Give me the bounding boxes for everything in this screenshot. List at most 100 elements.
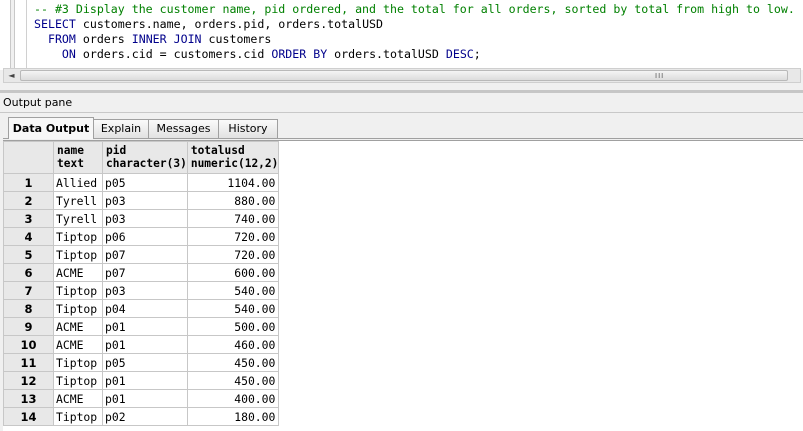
output-tabs: Data Output Explain Messages History [0,113,803,140]
cell-totalusd[interactable]: 880.00 [186,191,280,210]
sql-keyword: FROM [47,32,76,46]
row-number[interactable]: 5 [3,245,54,264]
cell-name[interactable]: Tiptop [53,371,103,390]
result-grid[interactable]: name text pid character(3) totalusd nume… [3,141,280,426]
row-number[interactable]: 13 [3,389,54,408]
data-output-grid-area[interactable]: name text pid character(3) totalusd nume… [3,140,803,431]
cell-pid[interactable]: p05 [102,353,188,372]
sql-text: orders [75,32,132,46]
row-number[interactable]: 3 [3,209,54,228]
cell-name[interactable]: Tiptop [53,245,103,264]
table-row[interactable]: 11 Tiptop p05 450.00 [3,353,280,372]
column-header-pid[interactable]: pid character(3) [102,141,188,174]
cell-pid[interactable]: p03 [102,281,188,300]
output-pane-header: Output pane [0,93,803,113]
row-number[interactable]: 10 [3,335,54,354]
cell-name[interactable]: Tyrell [53,209,103,228]
cell-name[interactable]: Tiptop [53,353,103,372]
cell-totalusd[interactable]: 540.00 [186,281,280,300]
table-row[interactable]: 9 ACME p01 500.00 [3,317,280,336]
column-header-totalusd[interactable]: totalusd numeric(12,2) [186,141,280,174]
cell-totalusd[interactable]: 500.00 [186,317,280,336]
sql-keyword: ON [61,47,76,61]
cell-name[interactable]: ACME [53,263,103,282]
cell-pid[interactable]: p01 [102,317,188,336]
cell-pid[interactable]: p01 [102,389,188,408]
cell-totalusd[interactable]: 720.00 [186,245,280,264]
scroll-left-arrow-icon[interactable]: ◄ [4,69,19,82]
table-row[interactable]: 12 Tiptop p01 450.00 [3,371,280,390]
cell-totalusd[interactable]: 450.00 [186,353,280,372]
column-type: character(3) [106,157,187,170]
cell-name[interactable]: Tyrell [53,191,103,210]
cell-name[interactable]: ACME [53,389,103,408]
row-number[interactable]: 1 [3,173,54,192]
row-number[interactable]: 4 [3,227,54,246]
cell-totalusd[interactable]: 540.00 [186,299,280,318]
cell-totalusd[interactable]: 720.00 [186,227,280,246]
table-row[interactable]: 7 Tiptop p03 540.00 [3,281,280,300]
output-pane-title: Output pane [3,96,73,109]
cell-name[interactable]: Tiptop [53,299,103,318]
cell-pid[interactable]: p03 [102,209,188,228]
table-row[interactable]: 13 ACME p01 400.00 [3,389,280,408]
tab-data-output[interactable]: Data Output [8,117,94,139]
fold-marker [10,0,15,68]
cell-pid[interactable]: p04 [102,299,188,318]
column-header-name[interactable]: name text [53,141,103,174]
cell-totalusd[interactable]: 740.00 [186,209,280,228]
cell-totalusd[interactable]: 600.00 [186,263,280,282]
cell-pid[interactable]: p05 [102,173,188,192]
cell-pid[interactable]: p02 [102,407,188,426]
cell-totalusd[interactable]: 460.00 [186,335,280,354]
tab-messages[interactable]: Messages [148,119,219,138]
table-row[interactable]: 14 Tiptop p02 180.00 [3,407,280,426]
cell-pid[interactable]: p06 [102,227,188,246]
sql-code[interactable]: -- #3 Display the customer name, pid ord… [34,2,795,62]
column-type: numeric(12,2) [190,157,279,170]
scrollbar-thumb[interactable]: III [20,70,788,81]
cell-name[interactable]: ACME [53,335,103,354]
cell-pid[interactable]: p01 [102,335,188,354]
table-row[interactable]: 4 Tiptop p06 720.00 [3,227,280,246]
editor-gutter [0,0,27,70]
table-row[interactable]: 1 Allied p05 1104.00 [3,173,280,192]
row-number[interactable]: 6 [3,263,54,282]
cell-totalusd[interactable]: 400.00 [186,389,280,408]
sql-text: customers.name, orders.pid, orders.total… [75,17,384,31]
row-number[interactable]: 8 [3,299,54,318]
cell-name[interactable]: ACME [53,317,103,336]
tab-explain[interactable]: Explain [93,119,149,138]
row-number[interactable]: 14 [3,407,54,426]
cell-pid[interactable]: p07 [102,245,188,264]
cell-name[interactable]: Tiptop [53,227,103,246]
table-row[interactable]: 5 Tiptop p07 720.00 [3,245,280,264]
table-row[interactable]: 2 Tyrell p03 880.00 [3,191,280,210]
table-row[interactable]: 6 ACME p07 600.00 [3,263,280,282]
tab-history[interactable]: History [218,119,278,138]
table-row[interactable]: 8 Tiptop p04 540.00 [3,299,280,318]
tabs-baseline [3,138,803,139]
cell-name[interactable]: Tiptop [53,407,103,426]
cell-totalusd[interactable]: 1104.00 [186,173,280,192]
cell-name[interactable]: Allied [53,173,103,192]
cell-totalusd[interactable]: 450.00 [186,371,280,390]
cell-pid[interactable]: p07 [102,263,188,282]
row-number[interactable]: 12 [3,371,54,390]
sql-text: orders.cid = customers.cid [75,47,272,61]
table-row[interactable]: 10 ACME p01 460.00 [3,335,280,354]
sql-editor[interactable]: -- #3 Display the customer name, pid ord… [0,0,803,70]
row-number[interactable]: 11 [3,353,54,372]
horizontal-scrollbar[interactable]: ◄ III [3,68,801,83]
grid-corner[interactable] [3,141,54,174]
column-name: name [57,144,84,157]
table-row[interactable]: 3 Tyrell p03 740.00 [3,209,280,228]
row-number[interactable]: 2 [3,191,54,210]
cell-pid[interactable]: p03 [102,191,188,210]
cell-name[interactable]: Tiptop [53,281,103,300]
sql-keyword: INNER JOIN [131,32,202,46]
row-number[interactable]: 9 [3,317,54,336]
cell-totalusd[interactable]: 180.00 [186,407,280,426]
cell-pid[interactable]: p01 [102,371,188,390]
row-number[interactable]: 7 [3,281,54,300]
